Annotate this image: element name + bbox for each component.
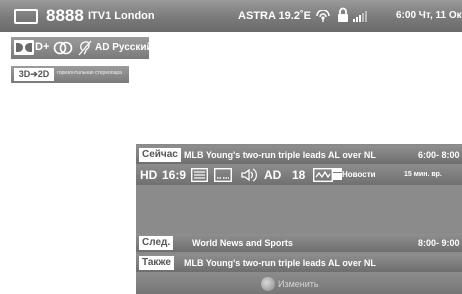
hd-flag: HD bbox=[140, 168, 158, 182]
lock-icon bbox=[338, 7, 348, 22]
info-banner-screen: 8888 ITV1 London ASTRA 19.2˚E 6:00 Чт, 1… bbox=[0, 0, 462, 294]
remaining-duration: 15 мин. вр. bbox=[404, 171, 442, 178]
date-time: 6:00 Чт, 11 Окт bbox=[396, 10, 462, 21]
genre-label: Новости bbox=[342, 170, 376, 179]
ad-flag: AD bbox=[264, 168, 282, 182]
channel-number: 8888 bbox=[46, 6, 84, 25]
next-tag: След. bbox=[139, 236, 174, 250]
also-tag: Также bbox=[139, 256, 174, 270]
now-tag: Сейчас bbox=[139, 148, 181, 162]
dolby-plus-label: D+ bbox=[35, 41, 50, 53]
3d-mode-bar: 3D➔2D горизонтальная стереопара bbox=[11, 66, 129, 83]
aspect-ratio-flag: 16:9 bbox=[162, 168, 187, 182]
hard-of-hearing-icon bbox=[78, 40, 92, 56]
3d-mode-description: горизонтальная стереопара bbox=[57, 70, 122, 76]
3d-to-2d-badge: 3D➔2D bbox=[14, 68, 54, 81]
change-hint-label: Изменить bbox=[278, 279, 319, 289]
genre-icon bbox=[333, 168, 342, 180]
channel-name: ITV1 London bbox=[88, 10, 155, 22]
waveform-icon bbox=[313, 168, 333, 182]
channel-status-bar: 8888 ITV1 London ASTRA 19.2˚E 6:00 Чт, 1… bbox=[0, 0, 462, 32]
now-title: MLB Young's two-run triple leads AL over… bbox=[184, 150, 376, 160]
tv-icon bbox=[14, 9, 38, 24]
satellite-name: ASTRA 19.2˚E bbox=[238, 10, 311, 22]
teletext-icon bbox=[191, 168, 208, 182]
program-info-panel: Сейчас MLB Young's two-run triple leads … bbox=[136, 144, 462, 294]
signal-bars-icon bbox=[353, 11, 367, 22]
audio-description-language: AD Русский bbox=[95, 42, 153, 53]
program-flags-row: HD 16:9 AD 18 Новости 15 мин. вр. bbox=[136, 165, 462, 185]
subtitles-icon bbox=[214, 168, 232, 182]
now-time: 6:00- 8:00 bbox=[418, 150, 460, 160]
audio-description-icon bbox=[241, 168, 257, 182]
program-description bbox=[136, 186, 462, 232]
dolby-icon bbox=[14, 40, 34, 55]
age-rating-flag: 18 bbox=[292, 168, 306, 182]
next-row: След. World News and Sports 8:00- 9:00 bbox=[136, 234, 462, 252]
next-title: World News and Sports bbox=[192, 238, 293, 248]
now-row: Сейчас MLB Young's two-run triple leads … bbox=[136, 146, 462, 164]
signal-icon bbox=[316, 10, 330, 22]
also-title: MLB Young's two-run triple leads AL over… bbox=[184, 258, 376, 268]
also-row: Также MLB Young's two-run triple leads A… bbox=[136, 254, 462, 272]
ok-button-icon bbox=[261, 277, 275, 291]
audio-info-bar: D+ AD Русский bbox=[11, 37, 153, 59]
next-time: 8:00- 9:00 bbox=[418, 238, 460, 248]
action-hint-row[interactable]: Изменить bbox=[136, 273, 462, 294]
stereo-icon bbox=[53, 41, 73, 55]
